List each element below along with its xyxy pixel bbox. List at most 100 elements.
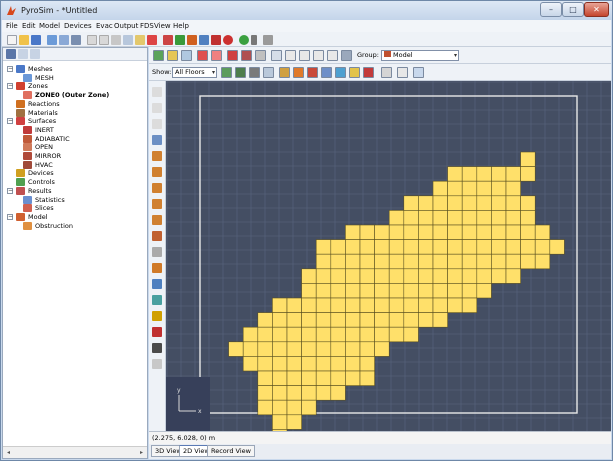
- obstruction-cell[interactable]: [461, 166, 478, 182]
- minimize-button[interactable]: –: [540, 2, 562, 17]
- obstruction-cell[interactable]: [330, 253, 346, 270]
- obstruction-cell[interactable]: [272, 399, 288, 416]
- obstruction-cell[interactable]: [301, 341, 317, 357]
- results-icon[interactable]: [263, 35, 273, 45]
- obstruction-cell[interactable]: [345, 253, 361, 270]
- obstruction-cell[interactable]: [447, 253, 463, 270]
- obstruction-cell[interactable]: [491, 253, 507, 270]
- obstruction-cell[interactable]: [418, 224, 434, 240]
- show-meshes-icon[interactable]: [321, 67, 332, 78]
- obstruction-cell[interactable]: [242, 326, 259, 343]
- obstruction-cell[interactable]: [242, 341, 259, 357]
- obstruction-cell[interactable]: [418, 195, 434, 211]
- label-toggle-icon[interactable]: [413, 67, 424, 78]
- cut-icon[interactable]: [111, 35, 121, 45]
- collapse-toggle-icon[interactable]: −: [7, 187, 13, 194]
- obstruction-cell[interactable]: [418, 283, 434, 299]
- obstruction-cell[interactable]: [461, 239, 478, 255]
- obstruction-cell[interactable]: [301, 297, 317, 313]
- select-icon[interactable]: [152, 87, 162, 97]
- obstruction-cell[interactable]: [315, 283, 332, 299]
- eyedropper-icon[interactable]: [152, 343, 162, 353]
- open-icon[interactable]: [19, 35, 29, 45]
- obstruction-cell[interactable]: [418, 253, 434, 270]
- menu-evac[interactable]: Evac: [96, 22, 113, 30]
- obstruction-cell[interactable]: [359, 253, 375, 270]
- show-zones-icon[interactable]: [349, 67, 360, 78]
- group-select[interactable]: Model ▾: [381, 50, 459, 61]
- properties-icon[interactable]: [71, 35, 81, 45]
- obstruction-cell[interactable]: [505, 268, 521, 284]
- lights-icon[interactable]: [397, 67, 408, 78]
- zoom-tool-icon[interactable]: [299, 50, 310, 61]
- view-top-icon[interactable]: [197, 50, 208, 61]
- obstruction-cell[interactable]: [505, 210, 521, 226]
- obstruction-cell[interactable]: [345, 326, 361, 343]
- obstruction-cell[interactable]: [403, 283, 419, 299]
- obstruction-cell[interactable]: [388, 239, 405, 255]
- filter-icon[interactable]: [6, 49, 16, 59]
- new-icon[interactable]: [7, 35, 17, 45]
- wall-icon[interactable]: [211, 35, 221, 45]
- obstruction-cell[interactable]: [505, 166, 521, 182]
- obstruction-cell[interactable]: [330, 283, 346, 299]
- collapse-toggle-icon[interactable]: −: [7, 66, 13, 72]
- obstruction-cell[interactable]: [461, 297, 478, 313]
- copy-icon[interactable]: [123, 35, 133, 45]
- fire-tool-icon[interactable]: [152, 263, 162, 273]
- show-vents-icon[interactable]: [307, 67, 318, 78]
- collapse-toggle-icon[interactable]: −: [7, 118, 13, 125]
- obstruction-cell[interactable]: [388, 224, 405, 240]
- obstruction-cell[interactable]: [359, 224, 375, 240]
- obstruction-cell[interactable]: [257, 370, 273, 386]
- tree-horizontal-scrollbar[interactable]: ◂ ▸: [3, 446, 147, 458]
- obstruction-cell[interactable]: [272, 326, 288, 343]
- obstruction-cell[interactable]: [549, 239, 565, 255]
- obstruction-cell[interactable]: [315, 239, 332, 255]
- room-tool-icon[interactable]: [152, 215, 162, 225]
- obstruction-cell[interactable]: [315, 297, 332, 313]
- obstruction-cell[interactable]: [403, 297, 419, 313]
- obstruction-cell[interactable]: [418, 210, 434, 226]
- view-reset-icon[interactable]: [255, 50, 266, 61]
- obstruction-cell[interactable]: [520, 239, 536, 255]
- obstruction-cell[interactable]: [315, 268, 332, 284]
- obstruction-cell[interactable]: [403, 326, 419, 343]
- obstruction-cell[interactable]: [257, 385, 273, 401]
- obstruction-cell[interactable]: [345, 370, 361, 386]
- obstruction-cell[interactable]: [447, 166, 463, 182]
- obstruction-cell[interactable]: [345, 239, 361, 255]
- obstruction-cell[interactable]: [330, 239, 346, 255]
- obstruction-cell[interactable]: [388, 326, 405, 343]
- obstruction-cell[interactable]: [505, 224, 521, 240]
- obstruction-cell[interactable]: [330, 268, 346, 284]
- obstruction-cell[interactable]: [301, 283, 317, 299]
- menu-model[interactable]: Model: [39, 22, 60, 30]
- heat-detector-icon[interactable]: [152, 311, 162, 321]
- view-normal-icon[interactable]: [181, 50, 192, 61]
- maximize-button[interactable]: □: [562, 2, 584, 17]
- obstruction-cell[interactable]: [286, 297, 302, 313]
- obstruction-cell[interactable]: [330, 356, 346, 372]
- obstruction-cell[interactable]: [257, 341, 273, 357]
- menu-help[interactable]: Help: [173, 22, 189, 30]
- vent-tool-icon[interactable]: [152, 231, 162, 241]
- slab-tool-icon[interactable]: [152, 151, 162, 161]
- obstruction-cell[interactable]: [330, 297, 346, 313]
- obstruction-cell[interactable]: [432, 268, 448, 284]
- obstruction-cell[interactable]: [461, 195, 478, 211]
- vent-icon[interactable]: [187, 35, 197, 45]
- pointer-icon[interactable]: [152, 103, 162, 113]
- obstruction-cell[interactable]: [520, 224, 536, 240]
- obstruction-cell[interactable]: [301, 312, 317, 328]
- save-icon[interactable]: [31, 35, 41, 45]
- obstruction-cell[interactable]: [272, 341, 288, 357]
- obstruction-cell[interactable]: [403, 210, 419, 226]
- obstruction-cell[interactable]: [476, 253, 492, 270]
- view-back-icon[interactable]: [241, 50, 252, 61]
- obstruction-cell[interactable]: [491, 224, 507, 240]
- slab-icon[interactable]: [199, 35, 209, 45]
- obstruction-cell[interactable]: [432, 224, 448, 240]
- obstruction-cell[interactable]: [374, 239, 390, 255]
- roam-tool-icon[interactable]: [327, 50, 338, 61]
